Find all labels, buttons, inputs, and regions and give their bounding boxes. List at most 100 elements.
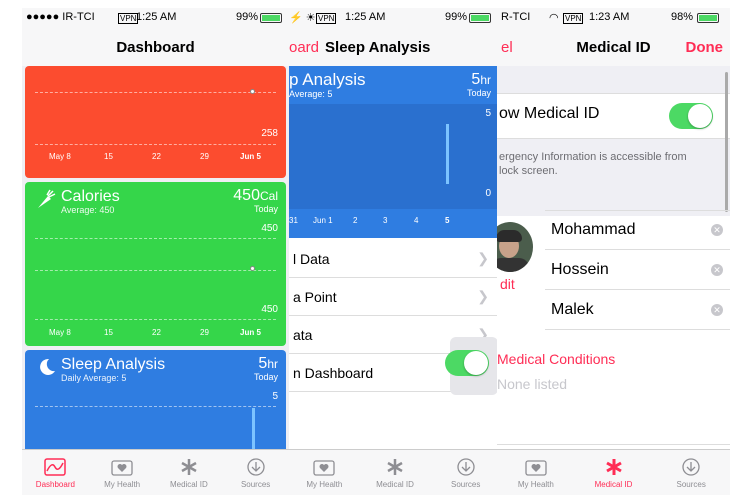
status-time: 1:23 AM <box>589 11 630 23</box>
chart-area <box>289 104 501 209</box>
scrollbar[interactable] <box>725 72 728 212</box>
grid-line <box>35 144 276 145</box>
tick-label: May 8 <box>49 328 71 337</box>
chevron-right-icon: ❯ <box>477 250 489 266</box>
sleep-bar <box>446 124 449 184</box>
tick-label: 15 <box>104 152 113 161</box>
card-title: Sleep Analysis <box>61 356 166 373</box>
calories-card[interactable]: Calories Average: 450 450Cal Today 450 4… <box>25 182 286 346</box>
back-button[interactable]: oard <box>289 39 319 56</box>
health-folder-icon <box>111 460 133 476</box>
tab-label: Dashboard <box>35 480 75 489</box>
field-value: Mohammad <box>551 221 636 238</box>
nav-bar: Dashboard <box>22 28 289 66</box>
first-name-field[interactable]: Mohammad ✕ <box>545 210 730 250</box>
tab-medical-id[interactable]: Medical ID <box>360 450 431 495</box>
card-value: 450Cal <box>233 187 278 205</box>
axis-bottom-label: 0 <box>485 188 491 199</box>
clear-icon[interactable]: ✕ <box>711 224 723 236</box>
axis-value-label: 258 <box>261 128 278 139</box>
download-icon <box>246 458 265 476</box>
clear-icon[interactable]: ✕ <box>711 263 723 276</box>
tab-label: My Health <box>306 480 343 489</box>
medical-conditions-label: Medical Conditions <box>497 351 616 367</box>
card-subtitle: Daily Average: 5 <box>61 373 127 383</box>
dashboard-toggle[interactable] <box>445 350 489 376</box>
asterisk-icon <box>387 459 403 475</box>
card-title: p Analysis <box>289 70 366 89</box>
grid-line <box>35 270 276 271</box>
grid-line <box>35 406 276 407</box>
tab-medical-id[interactable]: Medical ID <box>575 450 653 495</box>
show-all-data-row[interactable]: l Data ❯ <box>289 240 501 278</box>
edit-photo-link[interactable]: dit <box>500 276 515 292</box>
sleep-card[interactable]: Sleep Analysis Daily Average: 5 5hr Toda… <box>25 350 286 460</box>
tab-my-health[interactable]: My Health <box>289 450 360 495</box>
tick-label: 4 <box>414 216 419 225</box>
clear-icon[interactable]: ✕ <box>711 303 723 316</box>
done-button[interactable]: Done <box>686 39 724 56</box>
asterisk-icon <box>181 459 197 475</box>
tab-my-health[interactable]: My Health <box>497 450 575 495</box>
tick-label: 22 <box>152 328 161 337</box>
medical-conditions-input[interactable]: None listed <box>497 376 567 392</box>
info-line: ergency Information is accessible from <box>499 151 687 163</box>
tab-my-health[interactable]: My Health <box>89 450 156 495</box>
tab-label: My Health <box>517 480 554 489</box>
status-bar: R-TCI ◠ VPN 1:23 AM 98% <box>497 8 730 28</box>
middle-name-field[interactable]: Hossein ✕ <box>545 250 730 290</box>
tab-medical-id[interactable]: Medical ID <box>156 450 223 495</box>
tab-label: Medical ID <box>594 480 633 489</box>
tab-sources[interactable]: Sources <box>430 450 501 495</box>
download-icon <box>457 458 475 476</box>
wifi-icon: ◠ <box>549 12 559 24</box>
avatar[interactable] <box>497 222 533 272</box>
value-unit: hr <box>480 73 491 87</box>
row-label: a Point <box>293 288 337 305</box>
tab-sources[interactable]: Sources <box>652 450 730 495</box>
value-unit: Cal <box>259 189 278 203</box>
last-name-field[interactable]: Malek ✕ <box>545 290 730 330</box>
moon-icon <box>40 358 55 375</box>
value-number: 5 <box>258 355 268 372</box>
card-value: 5hr <box>258 355 278 373</box>
card-period: Today <box>253 372 278 382</box>
vpn-badge: VPN <box>563 13 584 24</box>
add-data-point-row[interactable]: a Point ❯ <box>289 278 501 316</box>
tick-label: Jun 5 <box>240 152 261 161</box>
cancel-button[interactable]: el <box>501 39 513 56</box>
chevron-right-icon: ❯ <box>477 288 489 304</box>
carrier-label: R-TCI <box>501 11 531 23</box>
page-title: Sleep Analysis <box>325 38 431 56</box>
medical-id-screen: R-TCI ◠ VPN 1:23 AM 98% el Medical ID Do… <box>497 8 730 495</box>
dashboard-screen: ●●●●● IR-TCI VPN 1:25 AM 99% Dashboard 2… <box>22 8 289 495</box>
battery-percent: 99% <box>445 11 468 23</box>
row-label: l Data <box>293 250 330 267</box>
page-title: Medical ID <box>576 38 651 56</box>
tick-label: 2 <box>353 216 358 225</box>
tab-label: Medical ID <box>376 480 414 489</box>
tab-dashboard[interactable]: Dashboard <box>22 450 89 495</box>
tab-sources[interactable]: Sources <box>222 450 289 495</box>
vpn-badge: VPN <box>316 13 337 24</box>
health-folder-icon <box>525 460 547 476</box>
tick-label: 29 <box>200 152 209 161</box>
tick-label: May 8 <box>49 152 71 161</box>
axis-bottom-label: 450 <box>261 304 278 315</box>
card-period: Today <box>466 88 491 98</box>
status-bar: ⚡ ☀ VPN 1:25 AM 99% <box>289 8 501 28</box>
red-chart-card[interactable]: 258 May 8 15 22 29 Jun 5 <box>25 66 286 178</box>
status-time: 1:25 AM <box>345 11 386 23</box>
settings-group-bg <box>497 66 730 216</box>
field-value: Hossein <box>551 260 609 278</box>
tab-label: Medical ID <box>169 480 208 489</box>
show-medical-id-toggle[interactable] <box>669 103 713 129</box>
info-text: ergency Information is accessible from l… <box>499 150 687 178</box>
battery-percent: 98% <box>671 11 694 23</box>
health-folder-icon <box>313 460 335 476</box>
tick-label: 22 <box>152 152 161 161</box>
battery-percent: 99% <box>236 11 259 23</box>
stage: ●●●●● IR-TCI VPN 1:25 AM 99% Dashboard 2… <box>0 0 750 500</box>
page-title: Dashboard <box>116 38 195 56</box>
tick-label: Jun 1 <box>313 216 333 225</box>
